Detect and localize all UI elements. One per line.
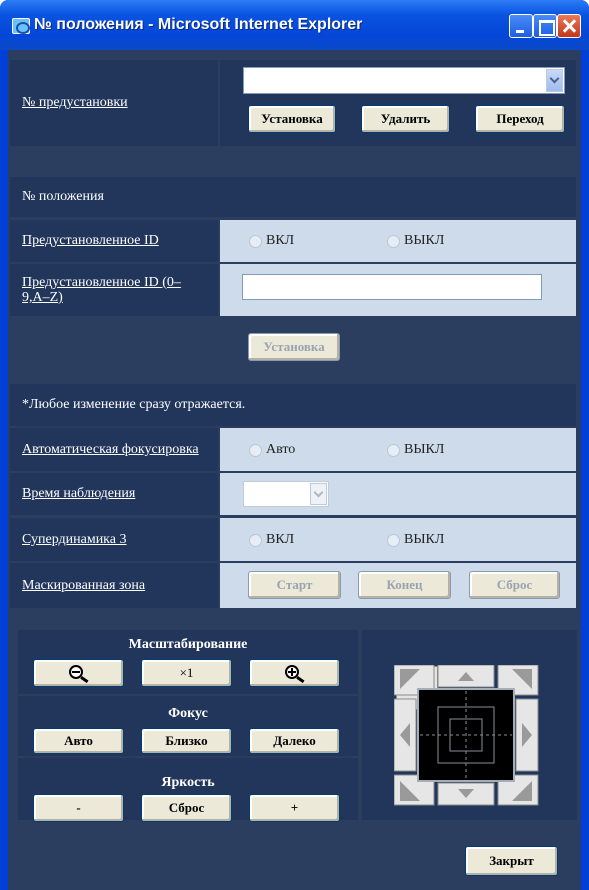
- zoom-in-icon: [284, 665, 304, 683]
- super-dynamic-on-radio[interactable]: ВКЛ: [249, 532, 294, 548]
- radio-icon: [387, 533, 400, 547]
- dwell-time-select[interactable]: [243, 481, 329, 507]
- radio-icon: [249, 234, 262, 248]
- zoom-divider: [18, 694, 358, 696]
- super-dynamic-label[interactable]: Супердинамика 3: [10, 518, 218, 561]
- auto-focus-off-radio[interactable]: ВЫКЛ: [387, 442, 444, 458]
- zoom-out-button[interactable]: [33, 659, 124, 687]
- focus-far-button[interactable]: Далеко: [249, 728, 340, 754]
- preset-set-button[interactable]: Установка: [248, 105, 336, 133]
- radio-icon: [249, 443, 262, 457]
- zoom-in-button[interactable]: [249, 659, 340, 687]
- zoom-title: Масштабирование: [128, 637, 248, 652]
- title-bar[interactable]: № положения - Microsoft Internet Explore…: [0, 0, 589, 50]
- focus-title: Фокус: [168, 706, 208, 721]
- note-header: *Любое изменение сразу отражается.: [10, 384, 576, 426]
- chevron-down-icon[interactable]: [546, 69, 563, 92]
- preset-label[interactable]: № предустановки: [10, 60, 218, 146]
- preset-id-display-label[interactable]: Предустановленное ID: [10, 220, 218, 262]
- focus-auto-button[interactable]: Авто: [33, 728, 124, 754]
- privacy-reset-button[interactable]: Сброс: [469, 571, 560, 599]
- auto-focus-auto-radio[interactable]: Авто: [249, 442, 295, 458]
- ie-window: № положения - Microsoft Internet Explore…: [0, 0, 589, 890]
- dwell-time-label[interactable]: Время наблюдения: [10, 473, 218, 515]
- close-button[interactable]: Закрыт: [465, 846, 558, 876]
- preset-delete-button[interactable]: Удалить: [361, 105, 450, 133]
- zoom-out-icon: [68, 665, 88, 683]
- radio-icon: [387, 443, 400, 457]
- brightness-reset-button[interactable]: Сброс: [141, 794, 232, 822]
- privacy-start-button[interactable]: Старт: [248, 571, 341, 599]
- privacy-zone-label[interactable]: Маскированная зона: [10, 563, 218, 608]
- window-title: № положения - Microsoft Internet Explore…: [34, 16, 363, 33]
- preset-id-off-radio[interactable]: ВЫКЛ: [387, 233, 444, 249]
- preset-id-text-label[interactable]: Предустановленное ID (0–9,A–Z): [10, 264, 218, 316]
- preset-goto-button[interactable]: Переход: [475, 105, 565, 133]
- zoom-reset-button[interactable]: ×1: [141, 659, 232, 687]
- super-dynamic-off-radio[interactable]: ВЫКЛ: [387, 532, 444, 548]
- preset-id-on-radio[interactable]: ВКЛ: [249, 233, 294, 249]
- ptz-arrows: [394, 665, 539, 806]
- close-window-button[interactable]: [557, 14, 581, 38]
- privacy-end-button[interactable]: Конец: [358, 571, 451, 599]
- radio-icon: [249, 533, 262, 547]
- minimize-button[interactable]: [509, 14, 533, 38]
- section-header: № положения: [10, 177, 576, 217]
- focus-near-button[interactable]: Близко: [141, 728, 232, 754]
- focus-divider: [18, 756, 358, 758]
- preset-id-input[interactable]: [242, 274, 542, 300]
- brightness-plus-button[interactable]: +: [249, 794, 340, 822]
- radio-icon: [387, 234, 400, 248]
- brightness-title: Яркость: [161, 775, 215, 790]
- maximize-button[interactable]: [533, 14, 557, 38]
- auto-focus-label[interactable]: Автоматическая фокусировка: [10, 428, 218, 471]
- set-button[interactable]: Установка: [248, 333, 340, 361]
- brightness-minus-button[interactable]: -: [33, 794, 124, 822]
- preset-select[interactable]: [243, 67, 565, 94]
- internet-explorer-icon: [12, 18, 30, 34]
- panel-divider: [358, 630, 362, 820]
- chevron-down-icon[interactable]: [310, 483, 327, 505]
